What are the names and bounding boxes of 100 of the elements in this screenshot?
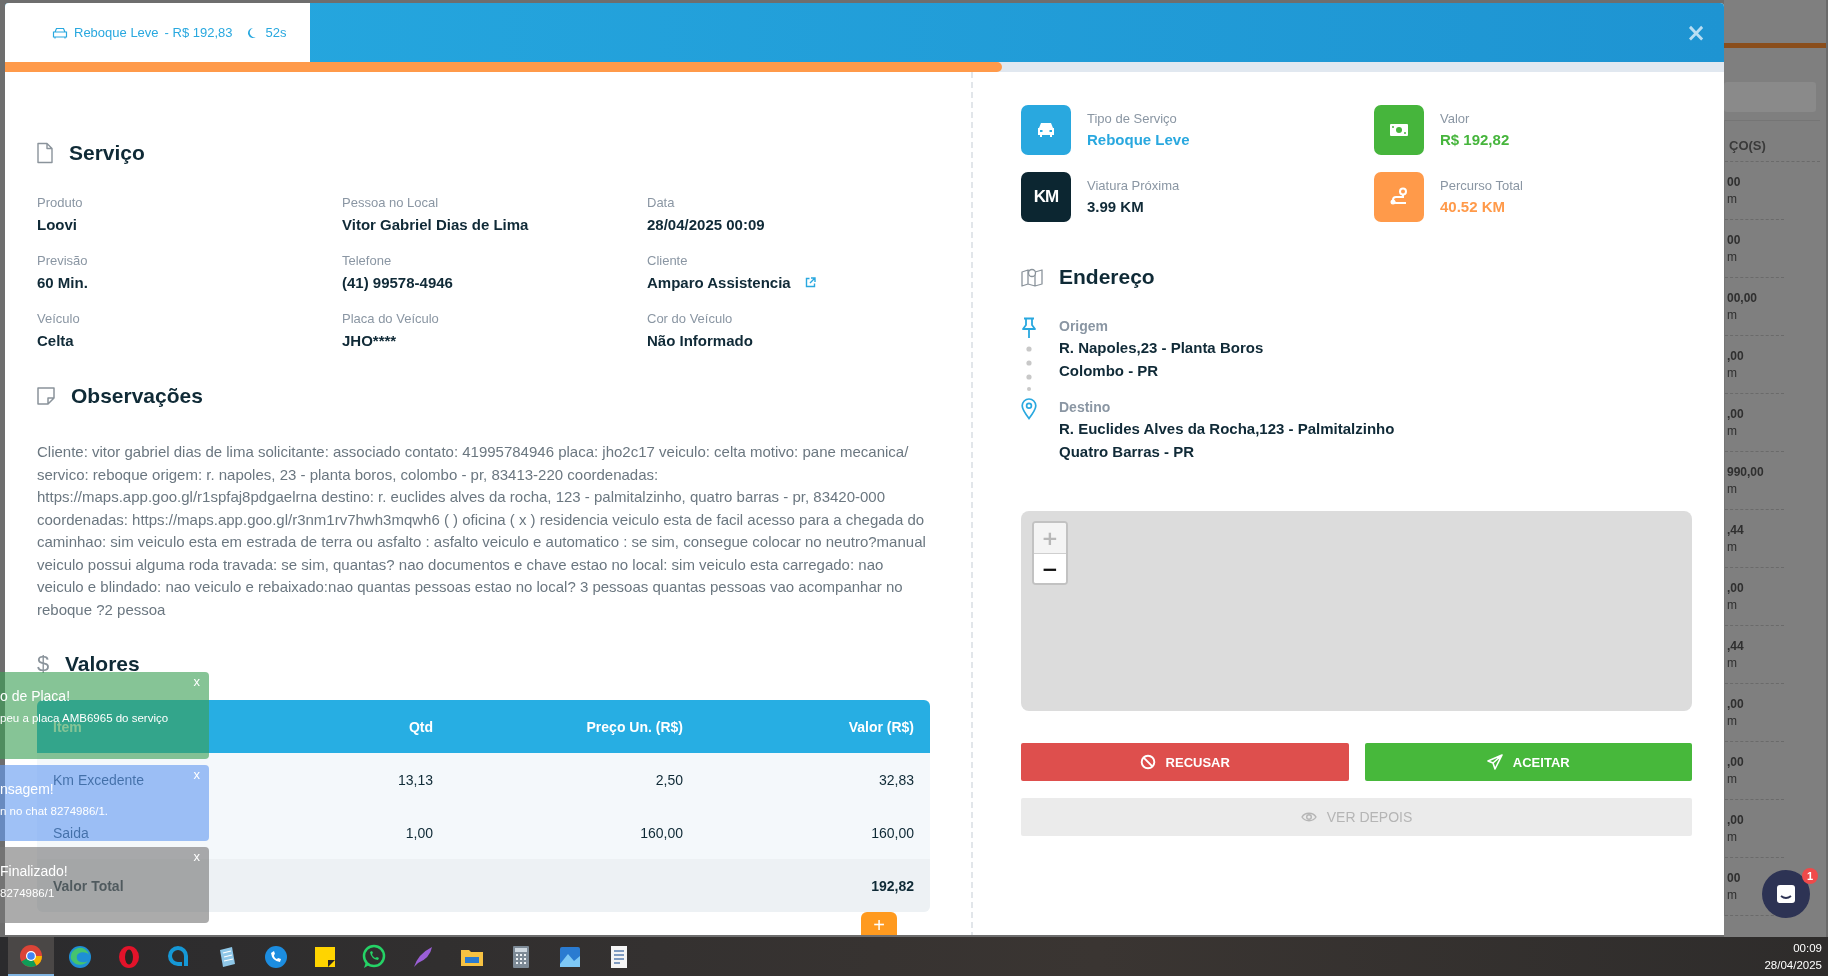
column-header: Preço Un. (R$) (586, 718, 683, 735)
table-cell-text: m (1727, 597, 1738, 613)
chat-app-icon (361, 943, 387, 970)
notes-text: Cliente: vitor gabriel dias de lima solicitante: associado contato: 41995784946 placa: jho2c17 veiculo: celta motivo: pane mecanica/ servico: reboque origem: r. napoles, 23 - planta boros, colombo - pr, 83413-220 coordenadas: https://maps.app.goo.gl/r1spfaj8pdgaelrna destino: r. euclides alves da rocha, 123 - palmitalzinho, quatro barras - pr, 83420-000 coordenadas: https://maps.app.goo.gl/r3nm1rv7hwh3mqwh6 ( ) oficina ( x ) residencia veiculo esta de facil acesso para a chegada do caminhao: sim veiculo esta em estrada de terra ou asfalto : asfalto veiculo e automatico : se sim, consegue colocar no neutro?manual veiculo possui alguma roda travada: se sim, quantas? nao documentos e chave estao no local: sim veiculo esta carregado: nao veiculo e blindado: nao veiculo e rebaixado:nao quantas pessoas estao no local? 3 pessoas quantas pessoas vao acompanhar no reboque ?2 pessoa (36, 442, 927, 620)
service-price: - R$ 192,83 (164, 25, 233, 40)
table-cell-text: m (1727, 655, 1738, 671)
map-icon (1021, 267, 1043, 287)
stat-label: Tipo de Serviço (1087, 110, 1178, 127)
field-label: Produto (37, 194, 84, 211)
table-cell-text: m (1727, 771, 1738, 787)
external-link-icon[interactable] (804, 277, 816, 288)
zoom-out-button[interactable]: − (1034, 553, 1066, 583)
add-button[interactable]: + (861, 912, 897, 935)
table-cell-text: ,00 (1727, 812, 1745, 829)
note-icon (37, 387, 55, 405)
stop-label: Origem (1059, 317, 1109, 336)
toast-title: nsagem! (0, 780, 54, 799)
table-cell-text: m (1727, 307, 1738, 323)
toast-message: peu a placa AMB6965 do serviço (0, 712, 169, 724)
clock-time: 00:09 (1792, 940, 1822, 956)
table-cell: 160,00 (871, 824, 914, 841)
location-pin-icon (1021, 398, 1037, 420)
toast-title: Finalizado! (0, 862, 68, 880)
table-cell-text: ,00 (1727, 754, 1745, 771)
field-value: JHO**** (342, 331, 397, 350)
section-title: Endereço (1059, 265, 1155, 289)
field-label: Cor do Veículo (647, 310, 734, 327)
field-value: (41) 99578-4946 (342, 273, 453, 292)
browser-icon (67, 943, 93, 970)
table-cell-text: ,00 (1727, 406, 1745, 423)
table-cell-text: 00 (1727, 870, 1742, 887)
table-cell-text: m (1727, 887, 1738, 903)
field-value: Vitor Gabriel Dias de Lima (342, 215, 529, 234)
service-name: Reboque Leve (74, 25, 159, 40)
table-cell-text: m (1727, 191, 1738, 207)
table-cell-text: ,44 (1727, 522, 1745, 539)
table-cell-text: m (1727, 249, 1738, 265)
address-line: Colombo - PR (1059, 361, 1160, 381)
stop-label: Destino (1059, 398, 1112, 417)
stat-label: Percurso Total (1440, 177, 1523, 194)
field-value: Loovi (37, 215, 77, 234)
pushpin-icon (1021, 317, 1037, 339)
table-cell-text: 00 (1727, 174, 1742, 191)
timer: 52s (265, 25, 287, 40)
table-cell-text: 00 (1727, 232, 1742, 249)
taskbar-button[interactable] (8, 937, 54, 976)
document-icon (37, 142, 53, 164)
total-label: Valor Total (53, 877, 124, 894)
address-line: R. Euclides Alves da Rocha,123 - Palmitalzinho (1059, 419, 1395, 439)
stat-value: 40.52 KM (1440, 197, 1507, 217)
field-value: 28/04/2025 00:09 (647, 215, 765, 234)
accept-button[interactable]: ACEITAR (1364, 743, 1692, 781)
stat-value: R$ 192,82 (1440, 130, 1510, 150)
table-cell-text: 990,00 (1727, 464, 1765, 481)
address-line: Quatro Barras - PR (1059, 442, 1196, 462)
table-cell: Saida (53, 824, 89, 841)
close-button[interactable]: x (190, 767, 203, 782)
field-label: Placa do Veículo (342, 310, 440, 327)
address-line: R. Napoles,23 - Planta Boros (1059, 338, 1264, 358)
clock-date: 28/04/2025 (1764, 957, 1822, 973)
toast-message: n no chat 8274986/1. (0, 805, 109, 817)
table-cell-text: m (1727, 829, 1738, 845)
stat-label: Viatura Próxima (1087, 177, 1180, 194)
table-cell-text: ,00 (1727, 580, 1745, 597)
table-cell-text: m (1727, 365, 1738, 381)
field-label: Telefone (342, 252, 393, 269)
section-title: Observações (71, 384, 203, 408)
stat-value: Reboque Leve (1087, 130, 1190, 150)
table-cell: 1,00 (405, 824, 433, 841)
table-cell: Km Excedente (53, 771, 145, 788)
close-button[interactable]: x (190, 849, 203, 864)
stat-value: 3.99 KM (1087, 197, 1145, 217)
table-cell: 2,50 (655, 771, 683, 788)
close-button[interactable]: × (1671, 16, 1720, 49)
table-cell-text: m (1727, 713, 1738, 729)
field-value: Celta (37, 331, 74, 350)
table-cell-text: ,44 (1727, 638, 1745, 655)
field-value: Amparo Assistencia (647, 273, 791, 292)
stat-label: Valor (1440, 110, 1471, 127)
column-header: ÇO(S) (1725, 131, 1820, 162)
chat-icon (1775, 883, 1797, 905)
table-cell: 160,00 (640, 824, 683, 841)
field-label: Previsão (37, 252, 89, 269)
paper-plane-icon (1486, 754, 1503, 770)
table-cell: 32,83 (878, 771, 914, 788)
browser-icon (116, 943, 142, 970)
field-label: Veículo (37, 310, 81, 327)
table-cell-text: 00,00 (1727, 290, 1759, 307)
field-label: Pessoa no Local (342, 194, 440, 211)
refuse-button[interactable]: RECUSAR (1021, 743, 1349, 781)
car-icon (52, 26, 68, 39)
column-header: Qtd (408, 718, 433, 735)
field-label: Cliente (647, 252, 689, 269)
field-value: 60 Min. (37, 273, 88, 292)
total-value: 192,82 (871, 877, 914, 894)
toast-title: o de Placa! (0, 687, 71, 706)
close-button[interactable]: x (190, 674, 203, 689)
section-title: Valores (65, 652, 140, 676)
browser-icon (18, 942, 44, 969)
km-badge: KM (1021, 172, 1071, 222)
